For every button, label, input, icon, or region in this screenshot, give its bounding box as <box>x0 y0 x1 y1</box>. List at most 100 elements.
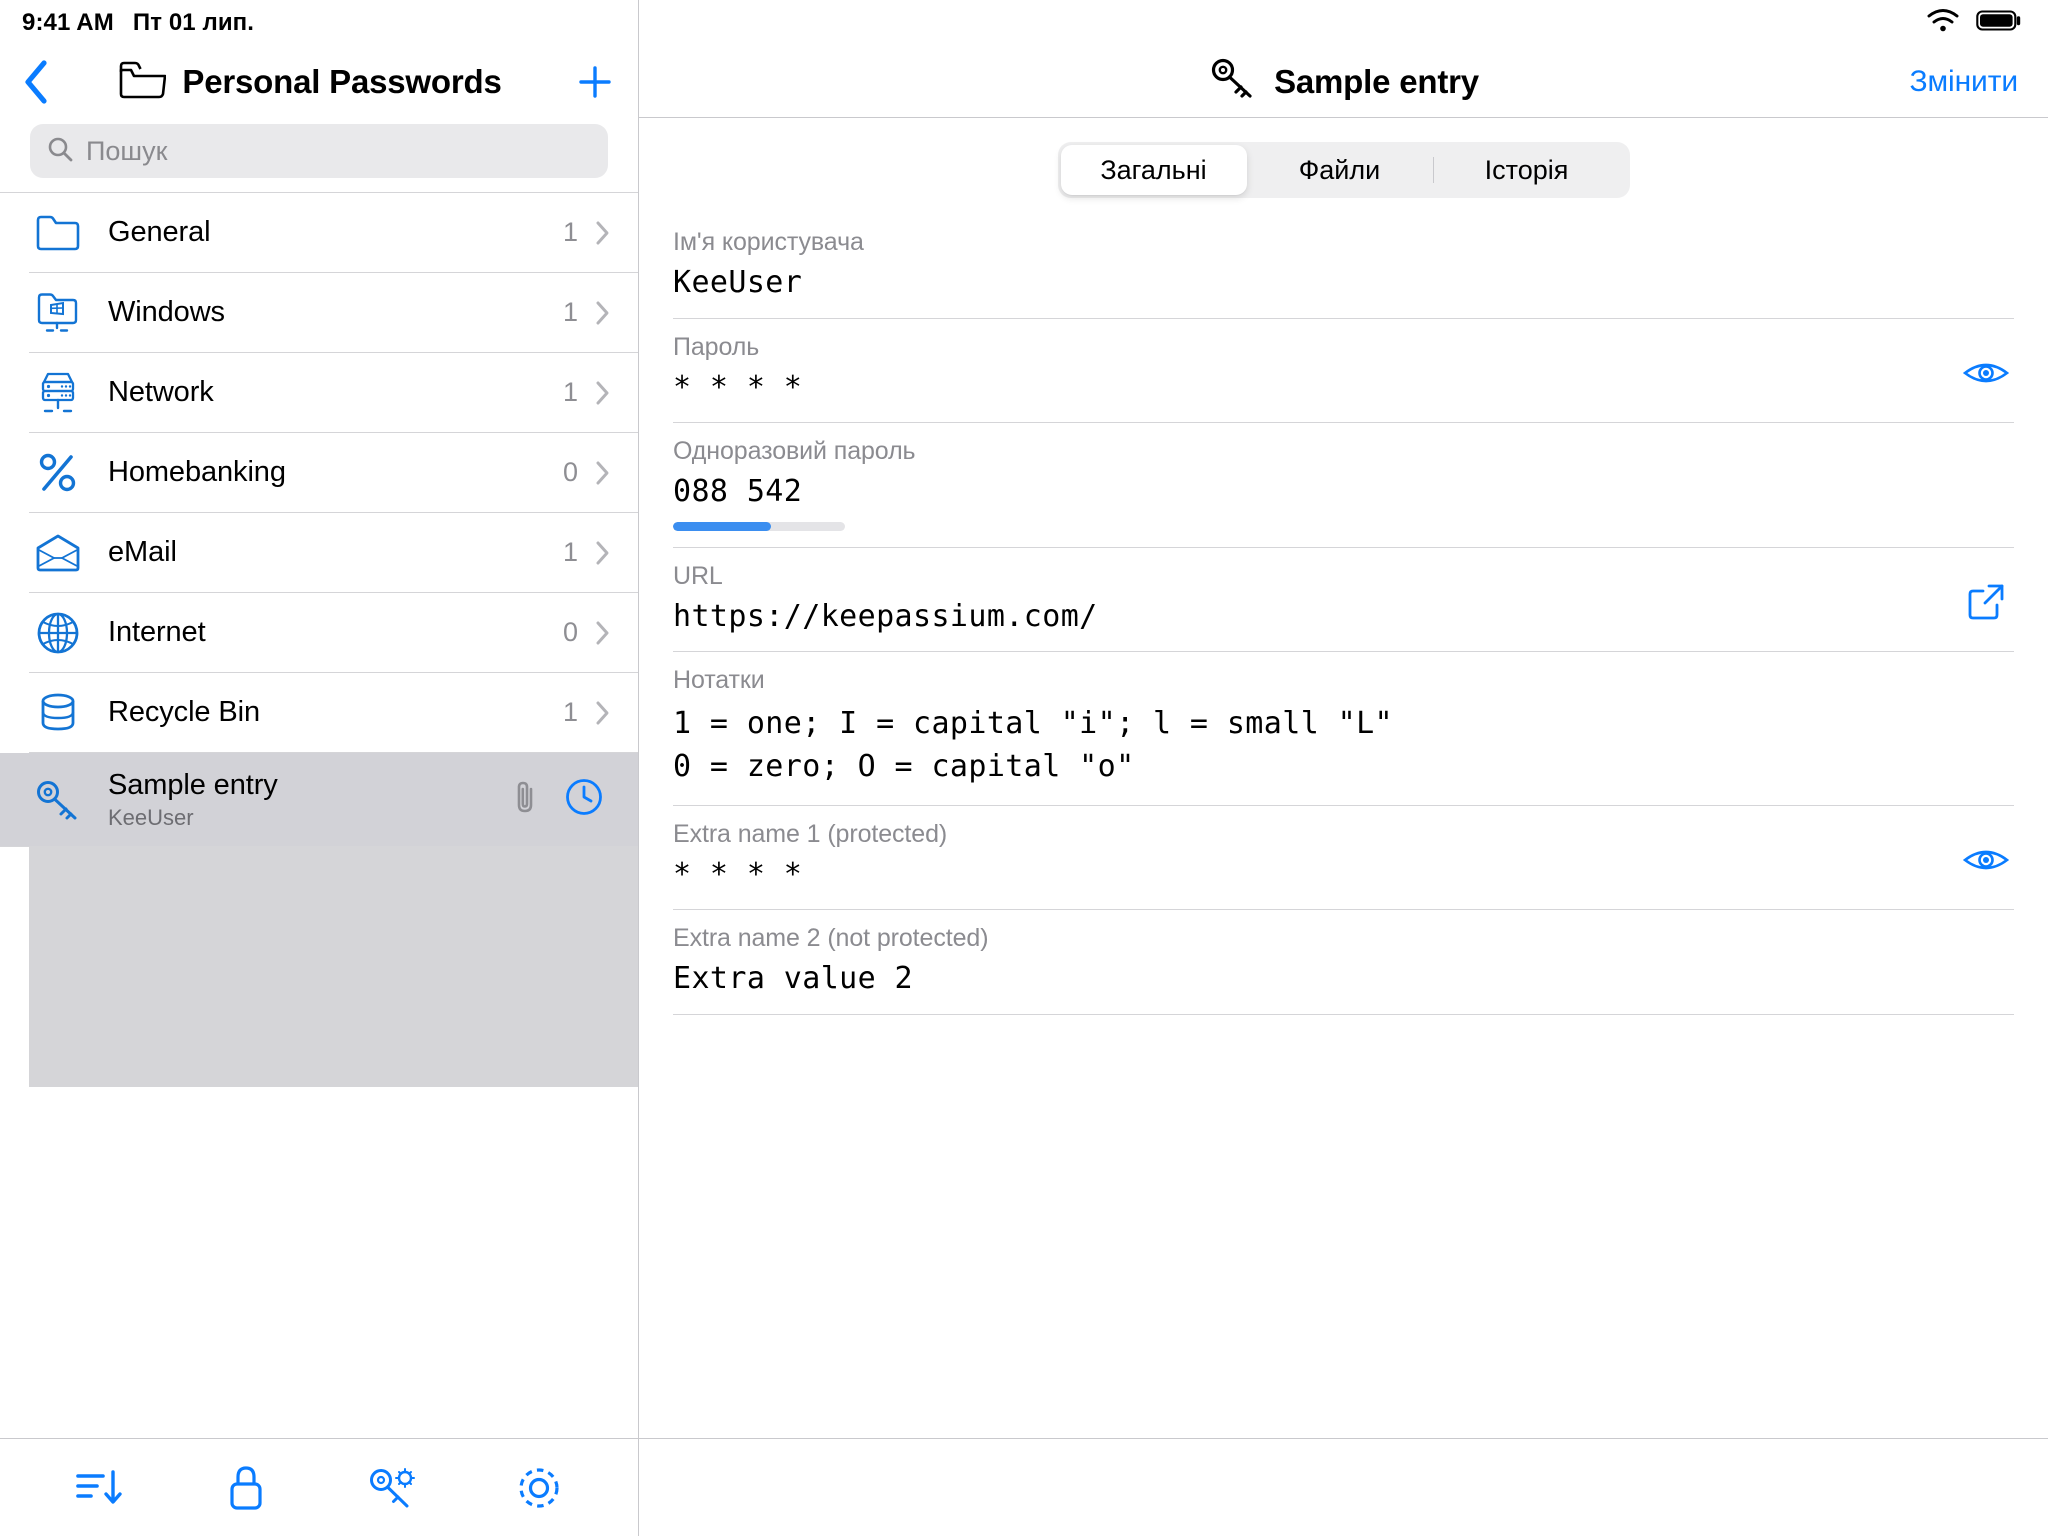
gear-icon[interactable] <box>494 1453 584 1523</box>
chevron-right-icon <box>592 460 614 486</box>
field-one-time-password[interactable]: Одноразовий пароль 088 542 <box>639 423 2048 548</box>
field-label: URL <box>673 561 723 590</box>
field-password[interactable]: Пароль * * * * <box>639 319 2048 424</box>
field-value: KeeUser <box>673 265 803 300</box>
field-value: 088 542 <box>673 474 803 510</box>
percent-icon <box>29 451 87 495</box>
eye-icon[interactable] <box>1958 351 2014 395</box>
folder-icon <box>118 60 167 105</box>
tab-general[interactable]: Загальні <box>1060 145 1247 195</box>
status-bar: 9:41 AM Пт 01 лип. <box>0 0 638 46</box>
bottom-padding <box>639 1015 2048 1075</box>
folder-icon <box>29 214 87 252</box>
otp-progress-bar <box>673 521 845 531</box>
chevron-right-icon <box>592 220 614 246</box>
sidebar-item-homebanking[interactable]: Homebanking 0 <box>0 433 638 512</box>
detail-title-wrap: Sample entry <box>639 56 2048 107</box>
field-value: 1 = one; I = capital "i"; l = small "L" … <box>673 706 1393 784</box>
empty-rows <box>0 847 638 1087</box>
sort-descending-icon[interactable] <box>54 1453 144 1523</box>
sidebar-item-network[interactable]: Network 1 <box>0 353 638 432</box>
search-wrap: Пошук <box>0 118 638 192</box>
field-url[interactable]: URL https://keepassium.com/ <box>639 548 2048 653</box>
wifi-icon <box>1926 8 1960 39</box>
sidebar-item-internet[interactable]: Internet 0 <box>0 593 638 672</box>
field-value: Extra value 2 <box>673 961 913 997</box>
sidebar-item-count: 0 <box>562 457 578 487</box>
field-extra-name-1[interactable]: Extra name 1 (protected) * * * * <box>639 806 2048 911</box>
sidebar-item-count: 1 <box>562 377 578 407</box>
entry-subtitle: KeeUser <box>108 804 194 830</box>
field-label: Extra name 1 (protected) <box>673 819 948 848</box>
field-label: Ім'я користувача <box>673 228 864 256</box>
chevron-right-icon <box>592 380 614 406</box>
sidebar-item-email[interactable]: eMail 1 <box>0 513 638 592</box>
windows-folder-icon <box>29 292 87 334</box>
field-label: Пароль <box>673 332 760 361</box>
sidebar-item-recycle-bin[interactable]: Recycle Bin 1 <box>0 673 638 752</box>
sidebar-item-count: 1 <box>562 217 578 247</box>
sidebar-item-general[interactable]: General 1 <box>0 193 638 272</box>
lock-icon[interactable] <box>201 1453 291 1523</box>
paperclip-icon <box>510 779 540 820</box>
sidebar-item-label: Recycle Bin <box>108 696 261 728</box>
sidebar-toolbar <box>0 1438 638 1536</box>
search-icon <box>46 135 74 168</box>
field-list: Ім'я користувача KeeUser Пароль * * * * <box>639 214 2048 1438</box>
sidebar-item-label: eMail <box>108 536 177 568</box>
entry-title: Sample entry <box>108 768 278 801</box>
open-external-icon[interactable] <box>1958 580 2014 624</box>
edit-button[interactable]: Змінити <box>1909 65 2018 99</box>
field-value: * * * * <box>673 856 803 892</box>
sidebar-item-count: 0 <box>562 617 578 647</box>
chevron-right-icon <box>592 300 614 326</box>
search-input[interactable]: Пошук <box>30 124 608 178</box>
field-notes[interactable]: Нотатки 1 = one; I = capital "i"; l = sm… <box>639 652 2048 806</box>
eye-icon[interactable] <box>1958 838 2014 882</box>
key-gear-icon[interactable] <box>347 1453 437 1523</box>
field-value: https://keepassium.com/ <box>673 598 1098 634</box>
sidebar-item-count: 1 <box>562 297 578 327</box>
field-label: Одноразовий пароль <box>673 437 916 466</box>
field-value: * * * * <box>673 369 803 405</box>
sidebar-title-wrap: Personal Passwords <box>46 60 574 105</box>
detail-status-bar <box>639 0 2048 46</box>
chevron-right-icon <box>592 620 614 646</box>
detail-toolbar <box>639 1438 2048 1536</box>
entry-row-sample-entry[interactable]: Sample entry KeeUser <box>0 753 638 846</box>
detail-nav-bar: Sample entry Змінити <box>639 46 2048 118</box>
field-label: Нотатки <box>673 666 765 695</box>
tab-history[interactable]: Історія <box>1434 145 1620 195</box>
page-title: Personal Passwords <box>182 63 502 100</box>
field-username[interactable]: Ім'я користувача KeeUser <box>639 214 2048 319</box>
add-item-button[interactable] <box>574 61 616 103</box>
chevron-right-icon <box>592 540 614 566</box>
tab-bar-wrap: Загальні Файли Історія <box>639 118 2048 214</box>
sidebar-item-count: 1 <box>562 697 578 727</box>
clock-icon <box>564 777 604 822</box>
sidebar-item-count: 1 <box>562 537 578 567</box>
entry-texts: Sample entry KeeUser <box>108 769 510 831</box>
sidebar-item-label: Network <box>108 376 214 408</box>
field-label: Extra name 2 (not protected) <box>673 924 989 953</box>
tab-files[interactable]: Файли <box>1247 145 1433 195</box>
sidebar-item-label: Internet <box>108 616 206 648</box>
sidebar-item-label: General <box>108 216 211 248</box>
status-time: 9:41 AM <box>22 9 114 36</box>
globe-icon <box>29 611 87 655</box>
battery-icon <box>1976 9 2022 38</box>
key-icon <box>1208 56 1258 107</box>
chevron-right-icon <box>592 700 614 726</box>
entry-accessories <box>510 777 614 822</box>
sidebar: 9:41 AM Пт 01 лип. Personal Passwords По… <box>0 0 639 1536</box>
database-icon <box>29 692 87 734</box>
detail-panel: Sample entry Змінити Загальні Файли Істо… <box>639 0 2048 1536</box>
envelope-icon <box>29 534 87 572</box>
sidebar-item-windows[interactable]: Windows 1 <box>0 273 638 352</box>
detail-title: Sample entry <box>1274 62 1479 100</box>
group-list: General 1 Windows 1 Network 1 Homebankin… <box>0 192 638 1263</box>
field-extra-name-2[interactable]: Extra name 2 (not protected) Extra value… <box>639 910 2048 1015</box>
search-placeholder: Пошук <box>86 135 168 166</box>
sidebar-item-label: Homebanking <box>108 456 286 488</box>
